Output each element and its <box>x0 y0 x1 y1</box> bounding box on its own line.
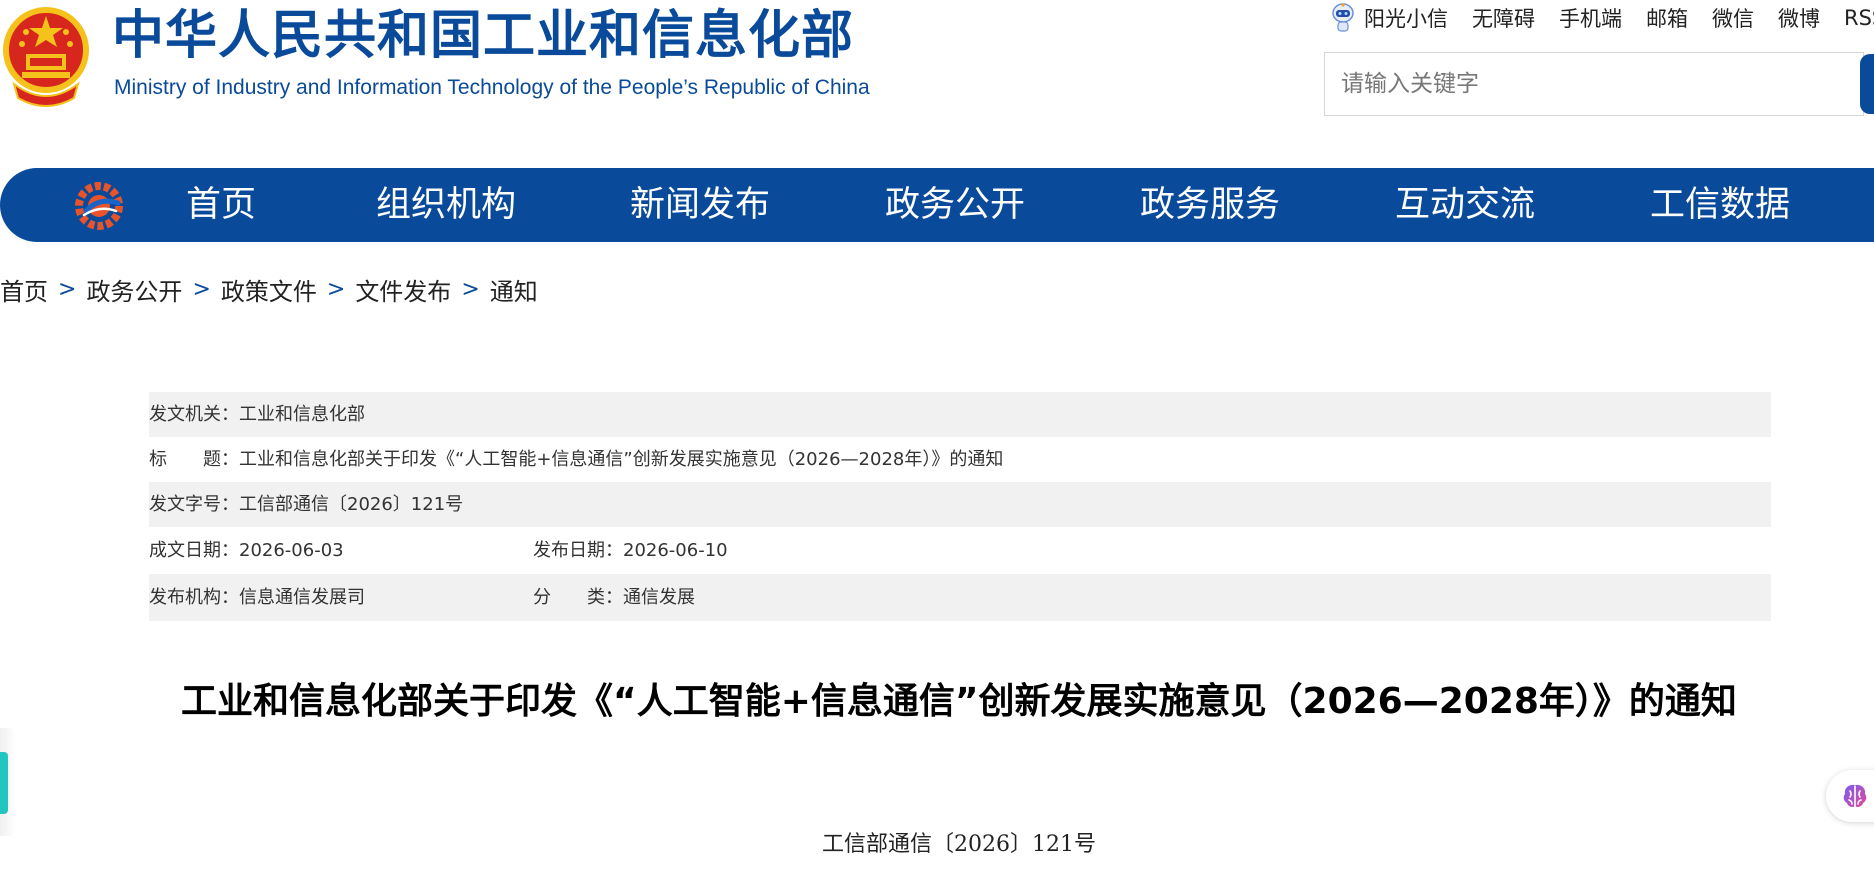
nav-government-services[interactable]: 政务服务 <box>1140 182 1280 228</box>
info-row-publisher: 发布机构：信息通信发展司 分 类：通信发展 <box>149 574 1771 621</box>
top-links: 阳光小信 无障碍 手机端 邮箱 微信 微博 RSS <box>1330 2 1874 34</box>
info-row-title: 标 题：工业和信息化部关于印发《“人工智能+信息通信”创新发展实施意见（2026… <box>149 437 1771 482</box>
nav-government-affairs[interactable]: 政务公开 <box>885 182 1025 228</box>
link-rss[interactable]: RSS <box>1844 6 1874 30</box>
info-row-doc-number: 发文字号：工信部通信〔2026〕121号 <box>149 482 1771 527</box>
title-value: 工业和信息化部关于印发《“人工智能+信息通信”创新发展实施意见（2026—202… <box>239 449 1004 470</box>
nav-data[interactable]: 工信数据 <box>1650 182 1790 228</box>
info-row-issuer: 发文机关：工业和信息化部 <box>149 392 1771 437</box>
breadcrumb-government-affairs[interactable]: 政务公开 <box>86 272 182 307</box>
publish-date-label: 发布日期： <box>533 540 623 561</box>
title-label: 标 题： <box>149 449 239 470</box>
breadcrumb-home[interactable]: 首页 <box>0 272 48 307</box>
doc-number-label: 发文字号： <box>149 494 239 515</box>
publish-date-value: 2026-06-10 <box>623 540 728 561</box>
search-box <box>1324 52 1864 116</box>
breadcrumb-separator-icon: > <box>192 276 211 302</box>
written-date-label: 成文日期： <box>149 540 239 561</box>
breadcrumb-policy-documents[interactable]: 政策文件 <box>221 272 317 307</box>
breadcrumb-separator-icon: > <box>58 276 77 302</box>
link-weibo[interactable]: 微博 <box>1778 3 1820 33</box>
nav-organization[interactable]: 组织机构 <box>376 182 516 228</box>
issuer-label: 发文机关： <box>149 404 239 425</box>
breadcrumb-separator-icon: > <box>326 276 346 302</box>
nav-home[interactable]: 首页 <box>186 182 256 228</box>
document-info-table: 发文机关：工业和信息化部 标 题：工业和信息化部关于印发《“人工智能+信息通信”… <box>149 392 1771 621</box>
link-sunshine-xiaoxin[interactable]: 阳光小信 <box>1364 3 1448 33</box>
miit-logo-icon <box>74 181 124 231</box>
breadcrumb-separator-icon: > <box>461 276 480 302</box>
site-subtitle: Ministry of Industry and Information Tec… <box>114 76 870 99</box>
link-wechat[interactable]: 微信 <box>1712 3 1754 33</box>
site-title: 中华人民共和国工业和信息化部 <box>112 6 855 66</box>
ai-assistant-button[interactable] <box>1826 770 1874 822</box>
side-feedback-tab[interactable] <box>0 752 8 814</box>
link-mailbox[interactable]: 邮箱 <box>1646 3 1688 33</box>
search-input[interactable] <box>1325 53 1863 115</box>
category-value: 通信发展 <box>623 587 695 608</box>
brain-icon <box>1843 784 1867 807</box>
nav-news[interactable]: 新闻发布 <box>630 182 770 228</box>
breadcrumb-document-release[interactable]: 文件发布 <box>355 272 451 307</box>
written-date-value: 2026-06-03 <box>239 540 344 561</box>
category-label: 分 类： <box>533 587 623 608</box>
publisher-label: 发布机构： <box>149 587 239 608</box>
robot-icon[interactable] <box>1330 2 1356 34</box>
breadcrumb: 首页 > 政务公开 > 政策文件 > 文件发布 > 通知 <box>0 272 538 306</box>
link-mobile[interactable]: 手机端 <box>1559 3 1622 33</box>
issuer-value: 工业和信息化部 <box>239 404 365 425</box>
nav-interaction[interactable]: 互动交流 <box>1395 182 1535 228</box>
document-number: 工信部通信〔2026〕121号 <box>822 832 1096 857</box>
link-accessibility[interactable]: 无障碍 <box>1472 3 1535 33</box>
search-button[interactable] <box>1860 54 1874 114</box>
document-title: 工业和信息化部关于印发《“人工智能+信息通信”创新发展实施意见（2026—202… <box>181 681 1737 722</box>
breadcrumb-notice[interactable]: 通知 <box>490 272 538 307</box>
publisher-value: 信息通信发展司 <box>239 587 365 608</box>
main-nav: 首页 组织机构 新闻发布 政务公开 政务服务 互动交流 工信数据 <box>0 168 1874 242</box>
national-emblem <box>0 4 92 108</box>
info-row-dates: 成文日期：2026-06-03 发布日期：2026-06-10 <box>149 527 1771 574</box>
doc-number-value: 工信部通信〔2026〕121号 <box>239 494 464 515</box>
